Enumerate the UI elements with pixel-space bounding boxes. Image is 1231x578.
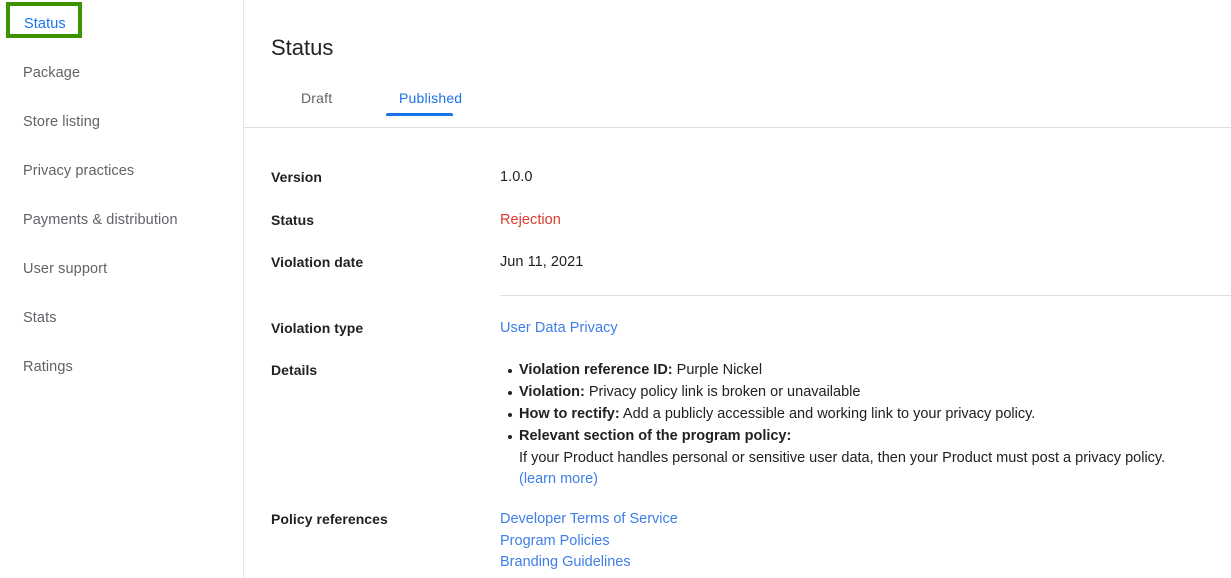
policy-reference-links: Developer Terms of Service Program Polic… (500, 509, 678, 574)
list-item: Violation: Privacy policy link is broken… (508, 382, 1231, 404)
sidebar-item-label: Stats (23, 310, 57, 326)
sidebar-item-package[interactable]: Package (23, 63, 80, 83)
sidebar-nav: Status Package Store listing Privacy pra… (0, 0, 244, 578)
bullet-text: Privacy policy link is broken or unavail… (584, 384, 861, 400)
bullet-term: Violation reference ID: (519, 362, 673, 378)
link-program-policies[interactable]: Program Policies (500, 531, 678, 553)
sidebar-item-label: Privacy practices (23, 163, 135, 179)
policy-quote-text: If your Product handles personal or sens… (519, 449, 1166, 466)
tab-published[interactable]: Published (399, 88, 462, 108)
details-bullet-list: Violation reference ID: Purple Nickel Vi… (500, 360, 1231, 491)
list-item: How to rectify: Add a publicly accessibl… (508, 404, 1231, 426)
sidebar-item-ratings[interactable]: Ratings (23, 357, 73, 377)
label-version: Version (271, 169, 322, 185)
label-policy-references: Policy references (271, 511, 388, 527)
value-status-badge: Rejection (500, 212, 561, 228)
label-violation-date: Violation date (271, 254, 364, 270)
label-details: Details (271, 362, 318, 378)
bullet-term: How to rectify: (519, 406, 620, 422)
sidebar-item-privacy-practices[interactable]: Privacy practices (23, 161, 134, 181)
tab-bar: Draft Published (244, 88, 1231, 128)
bullet-text: Purple Nickel (672, 362, 763, 378)
sidebar-item-payments-distribution[interactable]: Payments & distribution (23, 210, 178, 230)
sidebar-item-stats[interactable]: Stats (23, 308, 57, 328)
link-branding-guidelines[interactable]: Branding Guidelines (500, 552, 678, 574)
tab-active-underline (386, 113, 453, 116)
tabs-divider (244, 127, 1231, 128)
sidebar-item-label: Store listing (23, 114, 101, 130)
page-title: Status (271, 34, 334, 60)
sidebar-item-label: Status (24, 16, 66, 32)
label-status: Status (271, 212, 315, 228)
main-content: Status Draft Published Version 1.0.0 Sta… (244, 0, 1231, 578)
value-violation-date: Jun 11, 2021 (500, 254, 584, 270)
section-divider (500, 295, 1231, 296)
tab-draft[interactable]: Draft (301, 88, 332, 108)
bullet-text: Add a publicly accessible and working li… (619, 406, 1036, 422)
sidebar-item-store-listing[interactable]: Store listing (23, 112, 100, 132)
learn-more-link[interactable]: (learn more) (519, 469, 1231, 491)
link-violation-type[interactable]: User Data Privacy (500, 318, 618, 338)
sidebar-item-status[interactable]: Status (24, 14, 66, 34)
sidebar-item-label: Ratings (23, 359, 73, 375)
sidebar-item-label: Package (23, 65, 81, 81)
list-item: Relevant section of the program policy: … (508, 426, 1231, 491)
app-root: Status Package Store listing Privacy pra… (0, 0, 1231, 578)
label-violation-type: Violation type (271, 320, 364, 336)
value-version: 1.0.0 (500, 169, 533, 185)
link-developer-terms-of-service[interactable]: Developer Terms of Service (500, 509, 678, 531)
sidebar-item-label: Payments & distribution (23, 212, 178, 228)
sidebar-item-label: User support (23, 261, 108, 277)
bullet-term: Violation: (519, 384, 585, 400)
bullet-term: Relevant section of the program policy: (519, 428, 792, 444)
list-item: Violation reference ID: Purple Nickel (508, 360, 1231, 382)
sidebar-item-user-support[interactable]: User support (23, 259, 107, 279)
